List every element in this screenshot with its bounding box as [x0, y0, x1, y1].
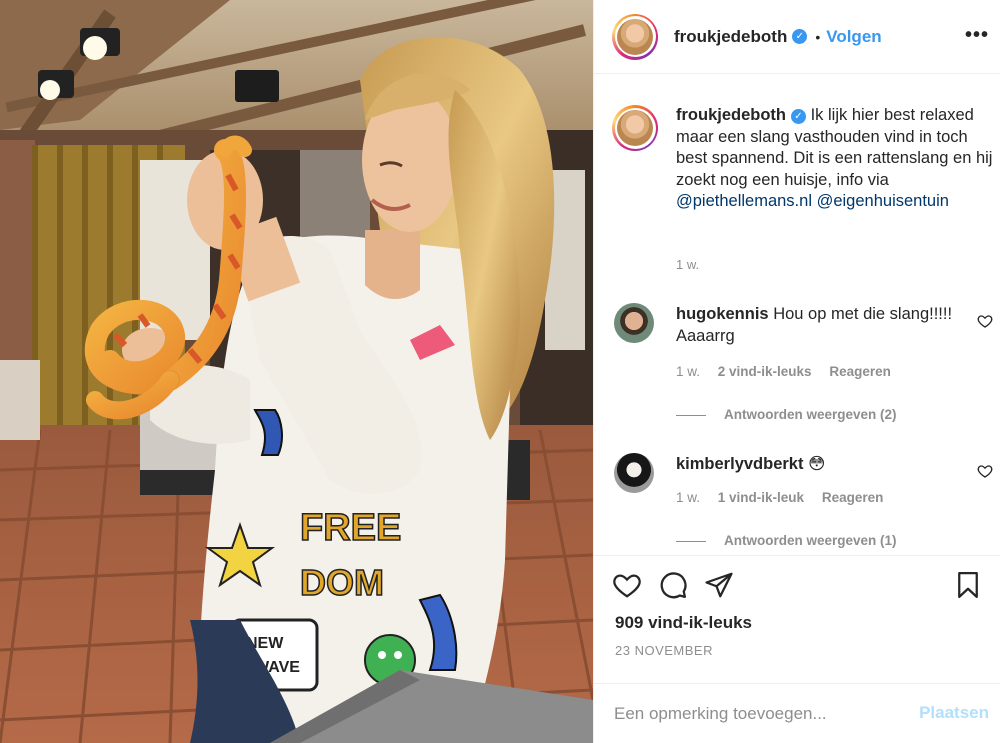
avatar[interactable] [617, 18, 653, 55]
like-heart-icon[interactable] [612, 570, 642, 600]
more-options-icon[interactable]: ••• [965, 24, 989, 47]
comments-list[interactable]: froukjedeboth ✓ Ik lijk hier best relaxed… [594, 75, 1000, 555]
comment-likes[interactable]: 2 vind-ik-leuks [718, 364, 812, 379]
comment-timestamp[interactable]: 1 w. [676, 364, 700, 379]
comment-text: hugokennis Hou op met die slang!!!!! Aaa… [676, 303, 966, 347]
verified-badge-icon: ✓ [792, 29, 808, 44]
mention-link[interactable]: @piethellemans.nl [676, 192, 812, 210]
action-icons [612, 570, 734, 600]
comment-body: 😳 [808, 455, 826, 473]
comment-username[interactable]: hugokennis [676, 305, 769, 323]
caption-avatar[interactable] [617, 110, 653, 146]
comment-timestamp[interactable]: 1 w. [676, 490, 700, 505]
view-replies-button[interactable]: Antwoorden weergeven (1) [676, 533, 897, 548]
comment-item: hugokennis Hou op met die slang!!!!! Aaa… [612, 303, 997, 422]
comment-likes[interactable]: 1 vind-ik-leuk [718, 490, 804, 505]
commenter-avatar[interactable] [614, 453, 654, 493]
photo-illustration: FREE DOM NEW WAVE [0, 0, 593, 743]
comment-bubble-icon[interactable] [658, 570, 688, 600]
comment-meta: 1 w. 1 vind-ik-leuk Reageren [676, 490, 897, 505]
caption-text: froukjedeboth ✓ Ik lijk hier best relaxed… [676, 105, 997, 213]
save-button[interactable] [953, 570, 983, 605]
sweater-text-dom: DOM [300, 562, 384, 603]
caption: froukjedeboth ✓ Ik lijk hier best relaxed… [612, 105, 997, 213]
follow-button[interactable]: Volgen [826, 27, 881, 47]
caption-verified-badge-icon: ✓ [791, 109, 806, 124]
reply-button[interactable]: Reageren [822, 490, 884, 505]
commenter-avatar[interactable] [614, 303, 654, 343]
comment-meta: 1 w. 2 vind-ik-leuks Reageren [676, 364, 905, 379]
post-comment-button[interactable]: Plaatsen [919, 703, 989, 723]
caption-story-ring[interactable] [612, 105, 658, 151]
post-sidebar: froukjedeboth ✓ • Volgen ••• froukjedebo… [593, 0, 1000, 743]
post-actions: 909 vind-ik-leuks 23 NOVEMBER [594, 555, 1000, 683]
sweater-text-free: FREE [300, 507, 401, 549]
separator-dot: • [815, 28, 821, 45]
comment-text: kimberlyvdberkt 😳 [676, 453, 966, 475]
likes-count[interactable]: 909 vind-ik-leuks [615, 613, 752, 633]
header-username[interactable]: froukjedeboth [674, 27, 787, 47]
post-header: froukjedeboth ✓ • Volgen ••• [594, 0, 1000, 74]
replies-divider [676, 414, 706, 416]
add-comment-bar: Plaatsen [594, 683, 1000, 743]
post-photo[interactable]: FREE DOM NEW WAVE [0, 0, 593, 743]
like-comment-heart-icon[interactable] [977, 313, 993, 329]
share-paper-plane-icon[interactable] [704, 570, 734, 600]
view-replies-button[interactable]: Antwoorden weergeven (2) [676, 407, 897, 422]
post-date[interactable]: 23 NOVEMBER [615, 643, 713, 658]
comment-item: kimberlyvdberkt 😳 1 w. 1 vind-ik-leuk Re… [612, 453, 997, 548]
view-replies-label: Antwoorden weergeven (2) [724, 407, 897, 422]
comment-input[interactable] [614, 694, 904, 734]
comment-username[interactable]: kimberlyvdberkt [676, 455, 803, 473]
caption-username[interactable]: froukjedeboth [676, 106, 786, 124]
bookmark-icon[interactable] [953, 570, 983, 600]
caption-timestamp[interactable]: 1 w. [676, 257, 699, 272]
replies-divider [676, 540, 706, 542]
story-ring[interactable] [612, 13, 658, 60]
reply-button[interactable]: Reageren [829, 364, 891, 379]
view-replies-label: Antwoorden weergeven (1) [724, 533, 897, 548]
like-comment-heart-icon[interactable] [977, 463, 993, 479]
mention-link[interactable]: @eigenhuisentuin [817, 192, 949, 210]
